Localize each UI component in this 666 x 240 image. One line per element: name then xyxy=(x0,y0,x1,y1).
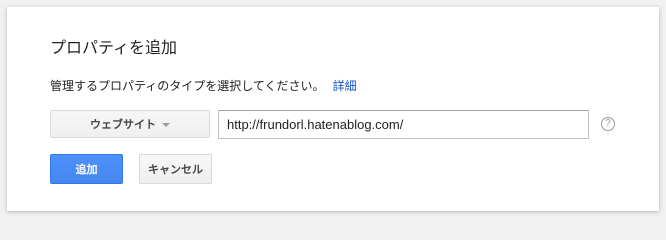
help-icon[interactable]: ? xyxy=(601,117,615,131)
dialog-title: プロパティを追加 xyxy=(50,38,178,57)
cancel-button[interactable]: キャンセル xyxy=(139,154,212,184)
dialog-description: 管理するプロパティのタイプを選択してください。 詳細 xyxy=(50,77,357,95)
url-input[interactable] xyxy=(218,110,589,139)
add-button[interactable]: 追加 xyxy=(50,154,123,184)
add-property-dialog: プロパティを追加 管理するプロパティのタイプを選択してください。 詳細 ウェブサイ… xyxy=(7,7,659,211)
chevron-down-icon xyxy=(162,122,170,127)
details-link[interactable]: 詳細 xyxy=(333,79,357,93)
description-text: 管理するプロパティのタイプを選択してください。 xyxy=(50,79,325,93)
property-type-select[interactable]: ウェブサイト xyxy=(50,110,210,138)
property-type-selected: ウェブサイト xyxy=(90,118,156,131)
